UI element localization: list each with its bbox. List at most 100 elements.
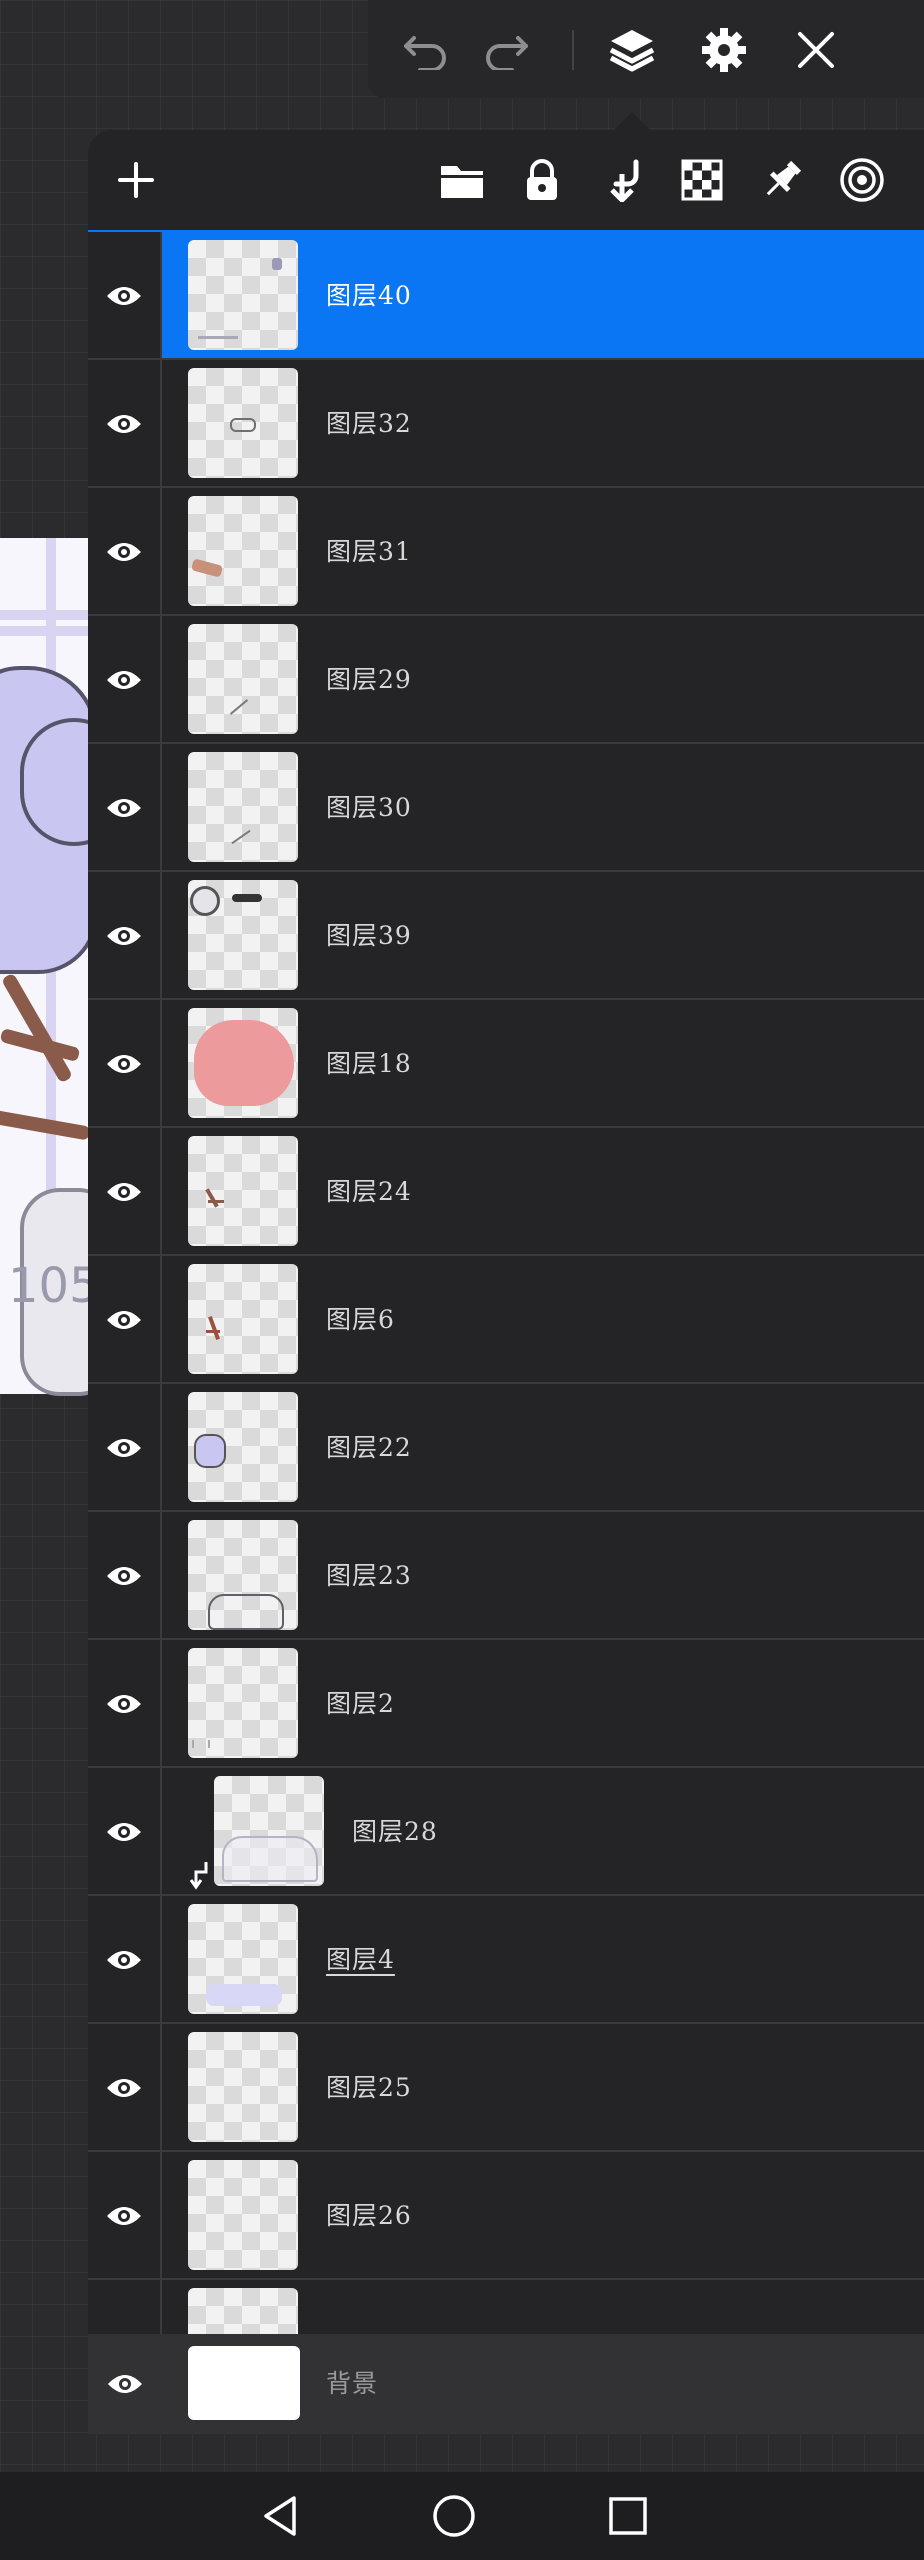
layer-name: 图层18 [326,1049,412,1078]
layer-thumbnail [188,880,298,990]
layer-name: 图层39 [326,921,412,950]
layer-thumbnail [214,1776,324,1886]
antler-shape [0,972,74,1084]
layer-name: 图层2 [326,1689,395,1718]
eye-icon [107,1695,141,1713]
target-icon[interactable] [834,152,890,208]
layer-thumbnail [188,2160,298,2270]
eye-icon [107,1311,141,1329]
layers-icon[interactable] [604,22,660,78]
top-toolbar [368,0,924,98]
visibility-toggle[interactable] [88,360,162,488]
clipping-mask-icon [188,1860,210,1894]
eye-icon [107,2207,141,2225]
layer-thumbnail [188,624,298,734]
layer-thumbnail [188,1264,298,1374]
layer-row[interactable]: 图层18 [88,998,924,1128]
layer-row[interactable]: 图层28 [88,1766,924,1896]
canvas-watermark: 105 [8,1258,100,1314]
layer-row[interactable]: 图层30 [88,742,924,872]
visibility-toggle[interactable] [88,2024,162,2152]
layer-row[interactable]: 图层22 [88,1382,924,1512]
panel-pointer [614,112,650,130]
layer-row[interactable]: 图层26 [88,2150,924,2280]
canvas-frame-line [0,610,88,620]
merge-down-icon[interactable] [594,152,650,208]
layer-name: 图层6 [326,1305,395,1334]
visibility-toggle[interactable] [88,1640,162,1768]
visibility-toggle[interactable] [88,1256,162,1384]
background-layer-name: 背景 [326,2369,379,2398]
visibility-toggle[interactable] [88,2152,162,2280]
layer-name: 图层26 [326,2201,412,2230]
visibility-toggle[interactable] [88,1512,162,1640]
visibility-toggle[interactable] [88,232,162,360]
checker-icon[interactable] [674,152,730,208]
background-layer-row[interactable]: 背景 [88,2334,924,2434]
visibility-toggle[interactable] [88,1128,162,1256]
layer-name: 图层24 [326,1177,412,1206]
eye-icon [107,927,141,945]
canvas-frame-line [0,626,88,636]
layer-thumbnail [188,368,298,478]
eye-icon [107,671,141,689]
layer-name: 图层30 [326,793,412,822]
pin-icon[interactable] [754,152,810,208]
layer-row[interactable]: 图层25 [88,2022,924,2152]
eye-icon [107,1439,141,1457]
close-icon[interactable] [788,22,844,78]
layer-row[interactable]: 图层23 [88,1510,924,1640]
layer-thumbnail [188,752,298,862]
layer-name: 图层32 [326,409,412,438]
folder-icon[interactable] [434,152,490,208]
lock-icon[interactable] [514,152,570,208]
layer-thumbnail [188,240,298,350]
layer-thumbnail [188,1520,298,1630]
layer-name: 图层29 [326,665,412,694]
visibility-toggle[interactable] [88,1000,162,1128]
visibility-toggle[interactable] [88,1896,162,2024]
visibility-toggle[interactable] [88,872,162,1000]
background-thumbnail [188,2346,300,2420]
layer-thumbnail [188,1392,298,1502]
layer-row[interactable]: 图层39 [88,870,924,1000]
visibility-toggle[interactable] [88,1384,162,1512]
eye-icon [107,799,141,817]
undo-icon[interactable] [398,22,454,78]
layer-row[interactable]: 图层40 [88,230,924,360]
layer-thumbnail [188,1008,298,1118]
layer-row[interactable]: 图层4 [88,1894,924,2024]
layer-row[interactable]: 图层32 [88,358,924,488]
eye-icon [107,1951,141,1969]
layer-name: 图层23 [326,1561,412,1590]
layer-name: 图层28 [352,1817,438,1846]
eye-icon [107,2079,141,2097]
layer-row[interactable]: 图层31 [88,486,924,616]
visibility-toggle[interactable] [88,2334,162,2434]
visibility-toggle[interactable] [88,1768,162,1896]
toolbar-divider [572,30,574,70]
layer-row[interactable]: 图层2 [88,1638,924,1768]
visibility-toggle[interactable] [88,616,162,744]
visibility-toggle[interactable] [88,488,162,616]
layer-row[interactable]: 图层6 [88,1254,924,1384]
redo-icon[interactable] [478,22,534,78]
layer-thumbnail [188,1136,298,1246]
eye-icon [108,2375,142,2393]
recents-icon[interactable] [598,2486,658,2546]
eye-icon [107,287,141,305]
visibility-toggle[interactable] [88,744,162,872]
eye-icon [107,1823,141,1841]
layer-name: 图层40 [326,281,412,310]
back-icon[interactable] [250,2486,310,2546]
eye-icon [107,543,141,561]
layer-row[interactable]: 图层29 [88,614,924,744]
layer-thumbnail [188,496,298,606]
gear-icon[interactable] [696,22,752,78]
layer-row[interactable]: 图层24 [88,1126,924,1256]
home-icon[interactable] [424,2486,484,2546]
add-icon[interactable] [108,152,164,208]
layer-thumbnail [188,2032,298,2142]
layers-panel-header [88,130,924,230]
system-navigation-bar [0,2472,924,2560]
